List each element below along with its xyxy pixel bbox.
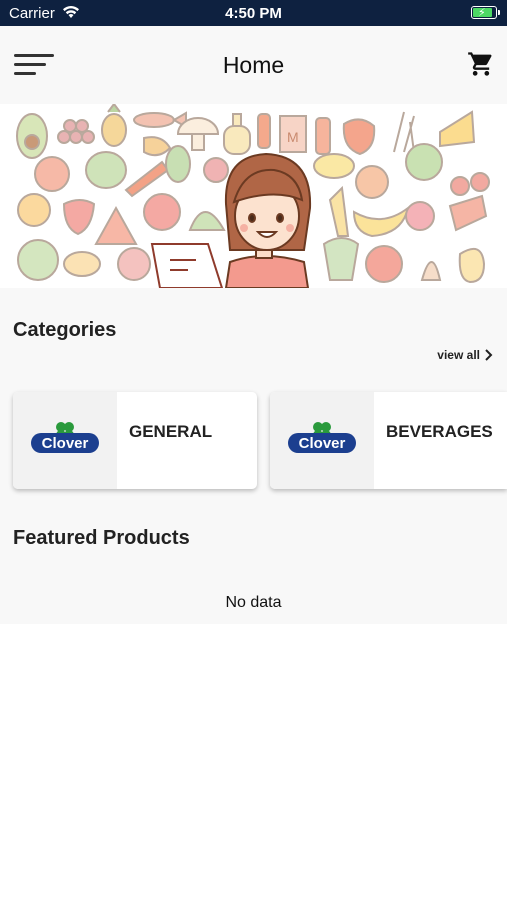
page-title: Home [222,52,285,78]
clover-logo-text: Clover [299,435,346,452]
clover-logo: Clover [270,392,374,489]
category-card-beverages[interactable]: Clover BEVERAGES [270,392,507,489]
clock: 4:50 PM [225,5,282,22]
categories-title: Categories [13,319,117,341]
home-screen: Carrier 4:50 PM ⚡ Home M Categories view… [0,0,507,900]
clover-logo: Clover [13,392,117,489]
status-bar: Carrier 4:50 PM ⚡ [0,0,507,26]
chevron-right-icon [485,349,493,361]
category-name: GENERAL [129,422,213,441]
svg-text:M: M [287,129,299,145]
category-card-general[interactable]: Clover GENERAL [13,392,257,489]
featured-products-title: Featured Products [13,527,190,549]
empty-state-text: No data [225,594,282,611]
banner-image: M [12,104,495,288]
view-all-link[interactable]: view all [437,348,493,362]
category-name: BEVERAGES [386,422,493,441]
clover-logo-text: Clover [42,435,89,452]
app-header: Home [0,26,507,104]
grocery-illustration: M [16,104,490,288]
shopping-cart-icon[interactable] [467,50,495,78]
view-all-label: view all [437,348,480,362]
battery-charging-icon: ⚡ [471,6,500,19]
